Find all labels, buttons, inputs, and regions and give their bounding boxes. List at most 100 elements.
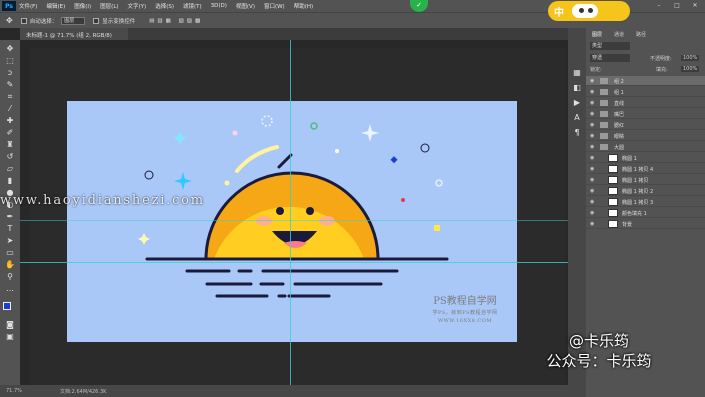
- history-brush-tool-icon[interactable]: ↺: [4, 152, 16, 161]
- properties-panel-icon[interactable]: ◧: [571, 83, 583, 92]
- history-panel-icon[interactable]: ▦: [571, 68, 583, 77]
- move-tool-icon[interactable]: ✥: [6, 16, 13, 25]
- vertical-guide[interactable]: [290, 40, 291, 385]
- visibility-eye-icon[interactable]: ◉: [590, 188, 594, 194]
- layer-thumbnail-icon: [608, 154, 618, 162]
- maximize-icon[interactable]: □: [673, 2, 681, 10]
- layer-name: 嘴巴: [614, 112, 625, 118]
- marquee-tool-icon[interactable]: ⬚: [4, 56, 16, 65]
- visibility-eye-icon[interactable]: ◉: [590, 122, 594, 128]
- auto-select-dropdown[interactable]: 图层: [61, 16, 86, 25]
- layer-row[interactable]: ◉ 椭圆 1 拷贝 3: [586, 197, 705, 207]
- menu-help[interactable]: 帮助(H): [294, 2, 313, 10]
- zoom-tool-icon[interactable]: ⚲: [4, 272, 16, 281]
- fill-label: 填充:: [656, 67, 668, 73]
- layer-row[interactable]: ◉ 组 2: [586, 76, 705, 86]
- layer-name: 椭圆 1 拷贝: [622, 178, 649, 184]
- eraser-tool-icon[interactable]: ▱: [4, 164, 16, 173]
- menu-select[interactable]: 选择(S): [155, 2, 174, 10]
- fill-value[interactable]: 100%: [681, 66, 700, 72]
- auto-select-checkbox[interactable]: [20, 17, 27, 24]
- layer-row[interactable]: ◉ 组 1: [586, 87, 705, 97]
- lock-label: 锁定:: [590, 67, 602, 73]
- mascot-badge: 中: [548, 1, 630, 21]
- more-tools-icon[interactable]: …: [4, 284, 16, 293]
- layer-row[interactable]: ◉ 椭圆 1: [586, 153, 705, 163]
- tab-paths[interactable]: 路径: [636, 31, 646, 38]
- layer-row[interactable]: ◉ 椭圆 1 拷贝 2: [586, 186, 705, 196]
- layer-thumbnail-icon: [608, 220, 618, 228]
- menu-type[interactable]: 文字(Y): [128, 2, 147, 10]
- shape-tool-icon[interactable]: ▭: [4, 248, 16, 257]
- close-icon[interactable]: ✕: [691, 2, 699, 10]
- healing-brush-tool-icon[interactable]: ✚: [4, 116, 16, 125]
- foreground-color-swatch[interactable]: [3, 302, 11, 310]
- visibility-eye-icon[interactable]: ◉: [590, 210, 594, 216]
- layer-row[interactable]: ◉ 大圆: [586, 142, 705, 152]
- visibility-eye-icon[interactable]: ◉: [590, 144, 594, 150]
- menu-file[interactable]: 文件(F): [19, 2, 37, 10]
- visibility-eye-icon[interactable]: ◉: [590, 155, 594, 161]
- pen-tool-icon[interactable]: ✒: [4, 212, 16, 221]
- path-select-tool-icon[interactable]: ➤: [4, 236, 16, 245]
- visibility-eye-icon[interactable]: ◉: [590, 133, 594, 139]
- quick-mask-icon[interactable]: ◙: [4, 320, 16, 329]
- layer-name: 椭圆 1 拷贝 4: [622, 167, 654, 173]
- blend-mode-dropdown[interactable]: 穿透: [590, 54, 630, 62]
- hand-tool-icon[interactable]: ✋: [4, 260, 16, 269]
- kind-filter[interactable]: 类型: [590, 42, 630, 50]
- crop-tool-icon[interactable]: ⌗: [4, 92, 16, 101]
- folder-icon: [600, 111, 608, 117]
- menu-filter[interactable]: 滤镜(T): [183, 2, 202, 10]
- layer-row[interactable]: ◉ 颜色填充 1: [586, 208, 705, 218]
- layer-name: 颜色填充 1: [622, 211, 647, 217]
- character-panel-icon[interactable]: A: [571, 113, 583, 122]
- visibility-eye-icon[interactable]: ◉: [590, 78, 594, 84]
- watermark-url: www.haoyidianshezi.com: [0, 193, 205, 208]
- brush-tool-icon[interactable]: ✐: [4, 128, 16, 137]
- visibility-eye-icon[interactable]: ◉: [590, 177, 594, 183]
- screen-mode-icon[interactable]: ▣: [4, 332, 16, 341]
- visibility-eye-icon[interactable]: ◉: [590, 111, 594, 117]
- layer-row[interactable]: ◉ 嘴巴: [586, 109, 705, 119]
- zoom-level[interactable]: 71.7%: [6, 388, 22, 394]
- lasso-tool-icon[interactable]: ↄ: [4, 68, 16, 77]
- menu-image[interactable]: 图像(I): [74, 2, 91, 10]
- stamp-tool-icon[interactable]: ♜: [4, 140, 16, 149]
- menu-3d[interactable]: 3D(D): [211, 3, 227, 9]
- visibility-eye-icon[interactable]: ◉: [590, 89, 594, 95]
- document-info[interactable]: 文档:2.64M/426.3K: [60, 388, 106, 395]
- show-transform-checkbox[interactable]: [93, 17, 100, 24]
- tab-layers[interactable]: 图层: [592, 31, 602, 38]
- menu-edit[interactable]: 编辑(E): [46, 2, 65, 10]
- gradient-tool-icon[interactable]: ▮: [4, 176, 16, 185]
- type-tool-icon[interactable]: T: [4, 224, 16, 233]
- visibility-eye-icon[interactable]: ◉: [590, 199, 594, 205]
- visibility-eye-icon[interactable]: ◉: [590, 221, 594, 227]
- horizontal-guide-2[interactable]: [20, 220, 568, 221]
- visibility-eye-icon[interactable]: ◉: [590, 166, 594, 172]
- layer-row[interactable]: ◉ 眼睛: [586, 131, 705, 141]
- paragraph-panel-icon[interactable]: ¶: [571, 128, 583, 137]
- document-tab[interactable]: 未标题-1 @ 71.7% (组 2, RGB/8): [20, 28, 128, 40]
- layer-row[interactable]: ◉ 背景: [586, 219, 705, 229]
- layer-row[interactable]: ◉ 腮红: [586, 120, 705, 130]
- layer-row[interactable]: ◉ 椭圆 1 拷贝: [586, 175, 705, 185]
- menu-view[interactable]: 视图(V): [236, 2, 255, 10]
- move-tool-icon[interactable]: ✥: [4, 44, 16, 53]
- layer-row[interactable]: ◉ 直线: [586, 98, 705, 108]
- actions-panel-icon[interactable]: ▶: [571, 98, 583, 107]
- visibility-eye-icon[interactable]: ◉: [590, 100, 594, 106]
- eyedropper-tool-icon[interactable]: ⁄: [4, 104, 16, 113]
- credit-line-2: 公众号：卡乐筠: [546, 352, 652, 370]
- minimize-icon[interactable]: –: [655, 2, 663, 10]
- menu-layer[interactable]: 图层(L): [100, 2, 118, 10]
- align-icons[interactable]: ▤▥▦ ▧▨▩: [149, 18, 203, 24]
- opacity-value[interactable]: 100%: [681, 55, 700, 61]
- menu-window[interactable]: 窗口(W): [264, 2, 285, 10]
- quick-select-tool-icon[interactable]: ✎: [4, 80, 16, 89]
- logo-url: WWW.16XX8.COM: [438, 318, 492, 324]
- horizontal-guide[interactable]: [20, 262, 568, 263]
- tab-channels[interactable]: 通道: [614, 31, 624, 38]
- layer-row[interactable]: ◉ 椭圆 1 拷贝 4: [586, 164, 705, 174]
